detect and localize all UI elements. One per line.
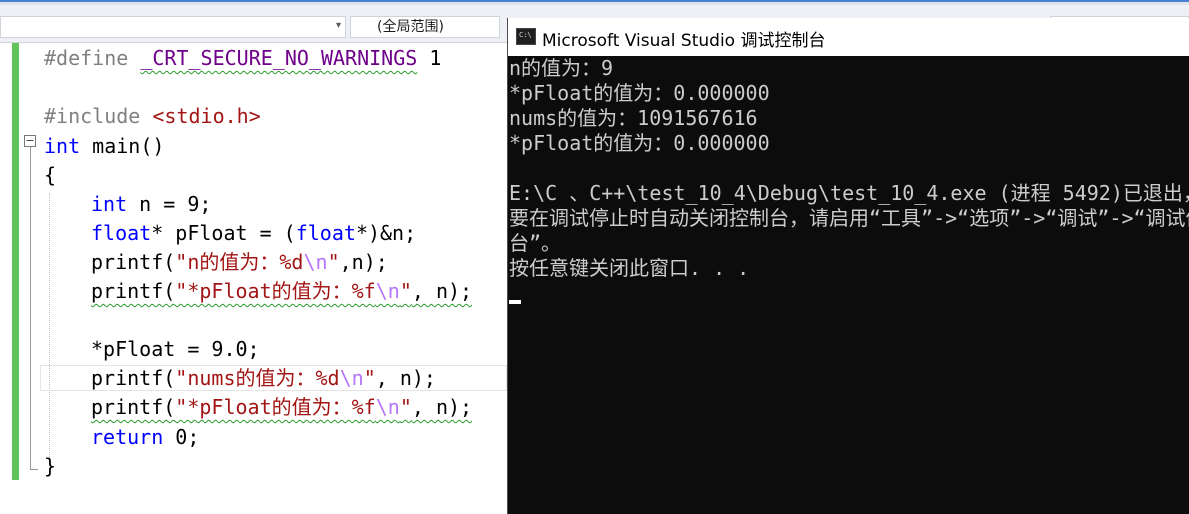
code-line-close-brace[interactable]: } [44,452,56,480]
code-line-printf-pfloat-1[interactable]: printf("*pFloat的值为：%f\n", n); [91,277,472,305]
code-line-printf-pfloat-2[interactable]: printf("*pFloat的值为：%f\n", n); [91,393,472,421]
code-line-open-brace[interactable]: { [44,161,56,189]
code-line-return[interactable]: return 0; [91,423,199,451]
fold-guide [30,147,31,469]
console-title: Microsoft Visual Studio 调试控制台 [542,31,826,51]
text-cursor [509,300,521,304]
console-line: 台”。 [509,231,562,255]
code-line-pfloat[interactable]: float* pFloat = (float*)&n; [91,219,416,247]
toolbar-top-strip [0,0,1189,5]
code-line-include[interactable]: #include <stdio.h> [44,102,261,130]
console-line: *pFloat的值为：0.000000 [509,131,770,155]
console-line: nums的值为：1091567616 [509,106,758,130]
collapse-icon[interactable]: − [24,135,36,147]
code-line-printf-n[interactable]: printf("n的值为：%d\n",n); [91,248,388,276]
console-line: n的值为：9 [509,56,614,80]
console-titlebar[interactable]: Microsoft Visual Studio 调试控制台 [508,18,1189,56]
console-line: 要在调试停止时自动关闭控制台，请启用“工具”->“选项”->“调试”->“调试停… [509,206,1189,230]
console-line: E:\C 、C++\test_10_4\Debug\test_10_4.exe … [509,181,1189,205]
console-output[interactable]: n的值为：9 *pFloat的值为：0.000000 nums的值为：10915… [508,56,1189,514]
code-line-int-n[interactable]: int n = 9; [91,190,211,218]
console-icon [516,28,536,45]
debug-console-window[interactable]: Microsoft Visual Studio 调试控制台 n的值为：9 *pF… [507,18,1189,514]
scope-dropdown[interactable]: (全局范围) [350,16,500,38]
code-line-printf-nums[interactable]: printf("nums的值为：%d\n", n); [91,364,436,392]
chevron-down-icon[interactable]: ▾ [336,20,341,31]
code-line-assign[interactable]: *pFloat = 9.0; [91,335,260,363]
console-line: 按任意键关闭此窗口. . . [509,256,750,280]
console-line: *pFloat的值为：0.000000 [509,81,770,105]
code-line-define[interactable]: #define _CRT_SECURE_NO_WARNINGS 1 [44,44,441,72]
code-editor[interactable]: − #define _CRT_SECURE_NO_WARNINGS 1 #inc… [0,43,507,514]
code-line-main[interactable]: int main() [44,132,164,160]
fold-guide-end [30,469,38,470]
project-dropdown[interactable]: ▾ [0,16,346,38]
change-tracking-bar [12,43,19,480]
indent-guide [49,193,50,463]
